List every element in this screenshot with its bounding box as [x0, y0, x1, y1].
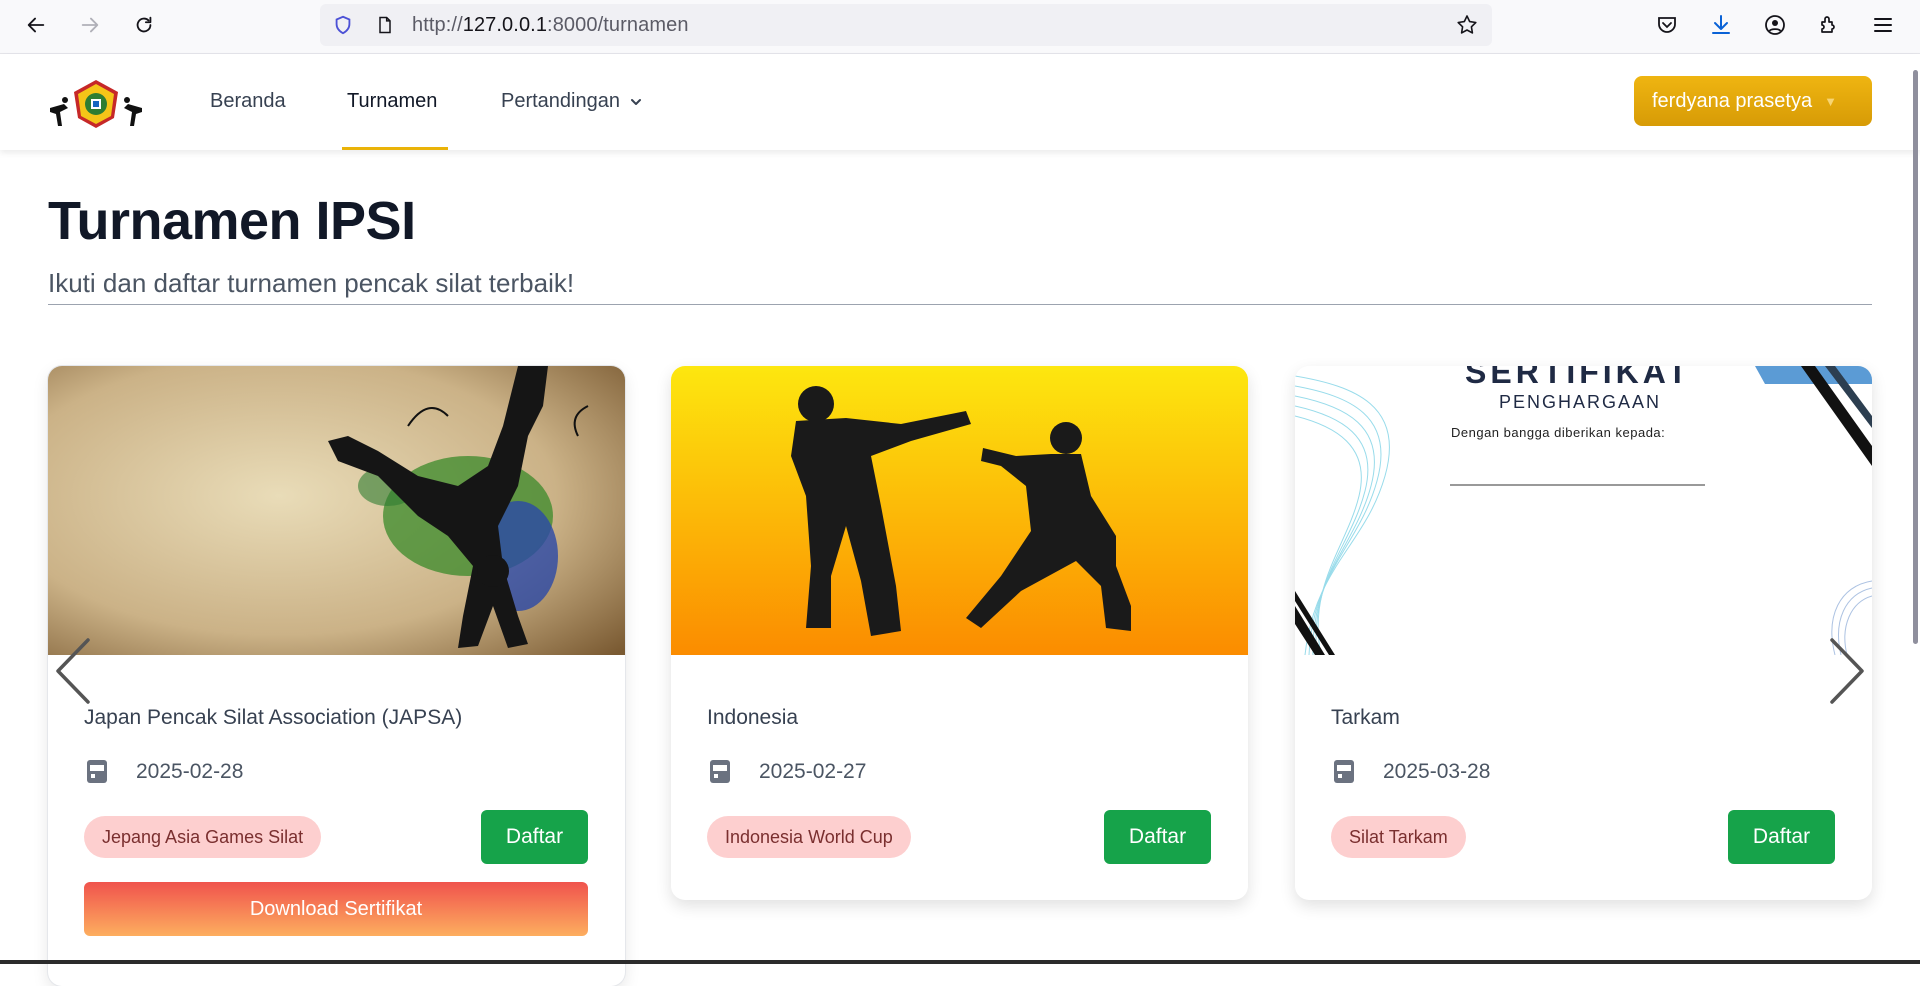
- nav-beranda[interactable]: Beranda: [210, 90, 286, 113]
- nav-turnamen[interactable]: Turnamen: [347, 90, 437, 113]
- page-title: Turnamen IPSI: [48, 191, 416, 251]
- tournament-date: 2025-02-27: [759, 760, 867, 783]
- tournament-date: 2025-02-28: [136, 760, 244, 783]
- user-name: ferdyana prasetya: [1652, 89, 1813, 112]
- active-tab-indicator: [342, 147, 448, 150]
- shield-icon[interactable]: [330, 12, 356, 38]
- carousel-prev-icon[interactable]: [52, 636, 92, 706]
- url-host: 127.0.0.1: [462, 14, 548, 36]
- calendar-icon: [710, 760, 730, 783]
- tournament-image-indonesia: [671, 366, 1248, 655]
- reload-icon: [136, 16, 152, 33]
- forward-arrow-icon: [81, 17, 99, 33]
- register-button[interactable]: Daftar: [1104, 810, 1211, 864]
- chevron-down-icon: [630, 98, 641, 105]
- page-scrollbar[interactable]: [1913, 70, 1918, 644]
- calendar-icon: [87, 760, 107, 783]
- carousel-next-icon[interactable]: [1828, 636, 1868, 706]
- extensions-icon[interactable]: [1812, 8, 1846, 42]
- menu-icon[interactable]: [1866, 8, 1900, 42]
- tournament-card-indonesia: Indonesia 2025-02-27 Indonesia World Cup…: [671, 366, 1248, 900]
- page-subtitle: Ikuti dan daftar turnamen pencak silat t…: [48, 268, 575, 298]
- back-arrow-icon: [27, 17, 45, 33]
- url-prefix: http://: [412, 14, 463, 36]
- tournament-card-japsa: Japan Pencak Silat Association (JAPSA) 2…: [48, 366, 625, 986]
- tournament-image-tarkam: SERTIFIKAT PENGHARGAAN Dengan bangga dib…: [1295, 366, 1872, 655]
- tournament-card-tarkam: SERTIFIKAT PENGHARGAAN Dengan bangga dib…: [1295, 366, 1872, 900]
- nav-pertandingan-label: Pertandingan: [501, 90, 620, 112]
- taskbar-edge: [0, 960, 1920, 964]
- caret-down-icon: ▼: [1824, 93, 1837, 109]
- bookmark-star-icon[interactable]: [1454, 12, 1480, 38]
- download-certificate-button[interactable]: Download Sertifikat: [84, 882, 588, 936]
- url-bar[interactable]: http://127.0.0.1:8000/turnamen: [320, 4, 1492, 46]
- back-button[interactable]: [19, 8, 53, 42]
- browser-toolbar: http://127.0.0.1:8000/turnamen: [0, 0, 1920, 54]
- tournament-category-badge: Jepang Asia Games Silat: [84, 816, 322, 858]
- page-icon: [372, 12, 398, 38]
- certificate-heading: SERTIFIKAT: [1465, 366, 1692, 390]
- account-icon[interactable]: [1758, 8, 1792, 42]
- tournament-category-badge: Silat Tarkam: [1331, 816, 1466, 858]
- tournament-category-badge: Indonesia World Cup: [707, 816, 911, 858]
- user-menu-button[interactable]: ferdyana prasetya ▼: [1634, 76, 1872, 126]
- tournament-image-japsa: [48, 366, 625, 655]
- tournament-title: Indonesia: [707, 706, 799, 729]
- pocket-icon[interactable]: [1650, 8, 1684, 42]
- certificate-subheading: PENGHARGAAN: [1499, 392, 1662, 412]
- reload-button[interactable]: [127, 8, 161, 42]
- tournament-date: 2025-03-28: [1383, 760, 1491, 783]
- tournament-title: Japan Pencak Silat Association (JAPSA): [84, 706, 463, 729]
- header-divider: [48, 304, 1872, 305]
- site-navbar: Beranda Turnamen Pertandingan ferdyana p…: [0, 54, 1920, 150]
- register-button[interactable]: Daftar: [481, 810, 588, 864]
- url-text[interactable]: http://127.0.0.1:8000/turnamen: [412, 14, 689, 37]
- calendar-icon: [1334, 760, 1354, 783]
- nav-pertandingan-dropdown[interactable]: Pertandingan: [501, 90, 642, 113]
- download-icon[interactable]: [1704, 8, 1738, 42]
- certificate-line: Dengan bangga diberikan kepada:: [1451, 425, 1666, 440]
- register-button[interactable]: Daftar: [1728, 810, 1835, 864]
- forward-button[interactable]: [73, 8, 107, 42]
- tournament-title: Tarkam: [1331, 706, 1400, 729]
- url-path: :8000/turnamen: [547, 14, 689, 36]
- ipsi-logo[interactable]: [46, 78, 146, 130]
